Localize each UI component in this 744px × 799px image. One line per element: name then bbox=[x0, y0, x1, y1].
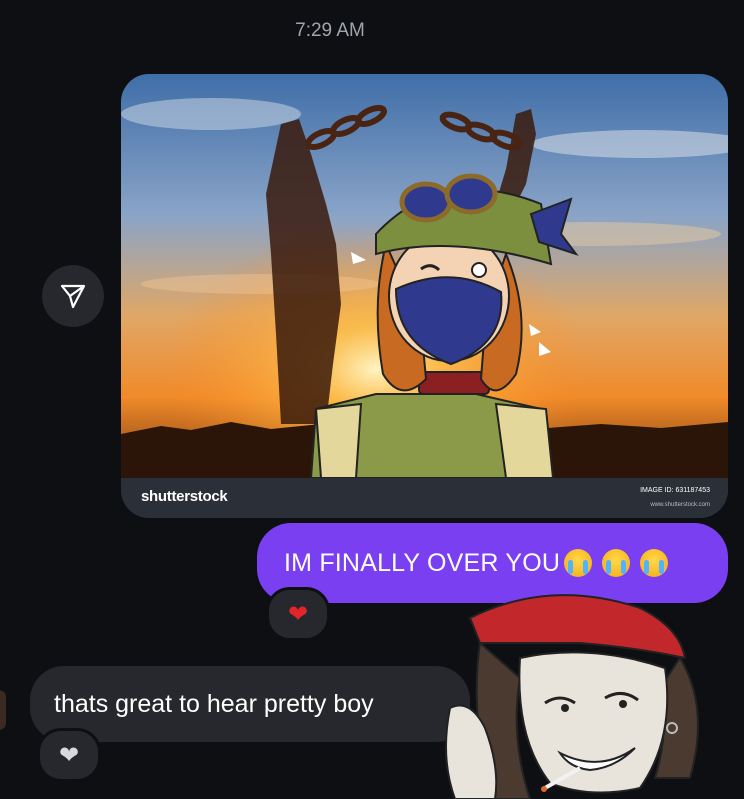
loudly-crying-face-icon bbox=[640, 549, 669, 577]
send-icon bbox=[60, 284, 86, 309]
drawn-character-sticker bbox=[445, 594, 699, 799]
message-timestamp: 7:29 AM bbox=[295, 20, 365, 41]
share-button[interactable] bbox=[42, 265, 104, 327]
emoji-group bbox=[564, 549, 669, 577]
incoming-message-bubble[interactable]: thats great to hear pretty boy bbox=[30, 666, 470, 742]
outgoing-message-text: IM FINALLY OVER YOU bbox=[284, 548, 561, 577]
image-id-label: IMAGE ID: 631187453 bbox=[640, 487, 710, 494]
heart-icon: ❤ bbox=[287, 600, 309, 628]
image-source-url: www.shutterstock.com bbox=[650, 502, 710, 508]
sunset-meme-image bbox=[121, 74, 728, 479]
white-heart-reaction[interactable]: ❤ bbox=[37, 728, 101, 782]
red-heart-reaction[interactable]: ❤ bbox=[266, 587, 330, 641]
loudly-crying-face-icon bbox=[564, 549, 593, 577]
chat-screen: 7:29 AM shutterstock IMAGE ID: 631187453… bbox=[0, 0, 744, 799]
loudly-crying-face-icon bbox=[602, 549, 631, 577]
heart-icon: ❤ bbox=[58, 741, 80, 769]
watermark-bar: shutterstock IMAGE ID: 631187453 www.shu… bbox=[121, 478, 728, 518]
sender-avatar[interactable] bbox=[0, 690, 6, 730]
incoming-message-text: thats great to hear pretty boy bbox=[54, 689, 374, 718]
shared-image-message[interactable]: shutterstock IMAGE ID: 631187453 www.shu… bbox=[121, 74, 728, 518]
shutterstock-logo: shutterstock bbox=[141, 488, 228, 505]
